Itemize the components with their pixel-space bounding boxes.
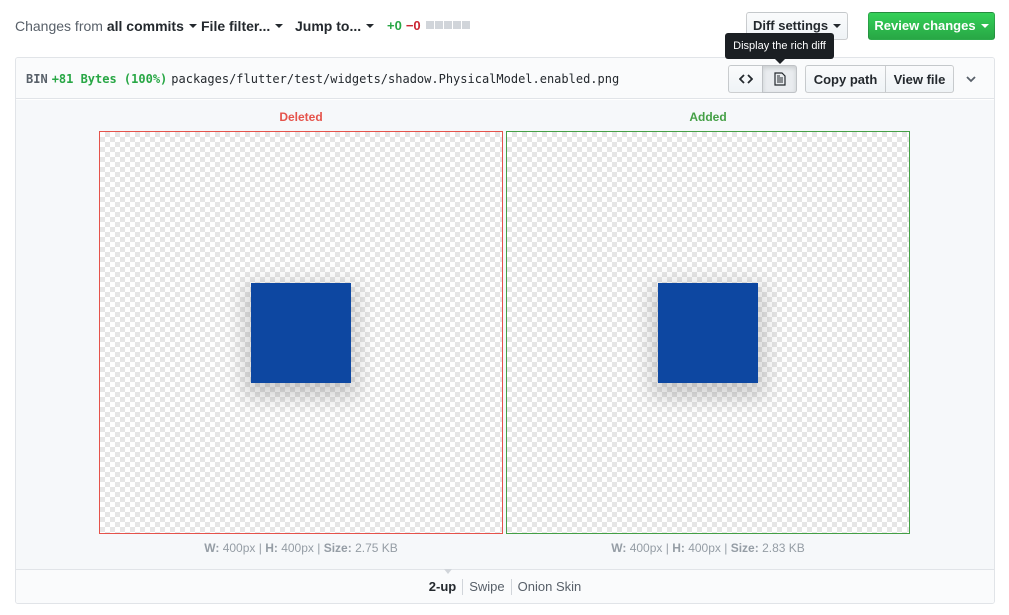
active-mode-indicator — [444, 569, 452, 574]
file-filter-label: File filter... — [201, 18, 271, 34]
size-label: Size: — [323, 541, 352, 555]
additions-count: +0 — [387, 18, 402, 33]
tab-swipe[interactable]: Swipe — [462, 579, 510, 595]
diff-stat: +0 −0 — [387, 17, 421, 35]
rich-diff-tooltip: Display the rich diff — [725, 33, 834, 64]
width-value: 400px — [222, 541, 256, 555]
width-value: 400px — [629, 541, 663, 555]
file-info: BIN +81 Bytes (100%) packages/flutter/test… — [26, 71, 619, 87]
view-mode-tabs: 2-up Swipe Onion Skin — [16, 579, 994, 595]
height-label: H: — [265, 541, 278, 555]
caret-down-icon — [980, 23, 989, 28]
display-source-button[interactable] — [728, 65, 763, 93]
diffstat-block — [426, 21, 434, 29]
deletions-count: −0 — [405, 18, 421, 33]
tab-onion-skin[interactable]: Onion Skin — [510, 579, 588, 595]
view-file-button[interactable]: View file — [885, 65, 954, 93]
review-changes-label: Review changes — [874, 18, 976, 33]
deleted-image-frame — [99, 131, 503, 534]
diffstat-block — [444, 21, 452, 29]
added-image-blue-square — [658, 283, 758, 383]
image-diff-view: Deleted Added W: 400px | H: 400px | Size… — [16, 100, 994, 569]
diffstat-block — [435, 21, 443, 29]
diffstat-block — [462, 21, 470, 29]
pr-files-toolbar: Changes from all commits File filter... … — [0, 0, 1009, 52]
view-mode-bar: 2-up Swipe Onion Skin — [16, 569, 994, 603]
deleted-label: Deleted — [279, 110, 323, 124]
tab-2-up[interactable]: 2-up — [423, 579, 462, 595]
height-label: H: — [672, 541, 685, 555]
caret-down-icon — [833, 23, 842, 28]
added-label: Added — [689, 110, 727, 124]
chevron-down-icon[interactable] — [963, 71, 979, 87]
changes-from-value: all commits — [106, 18, 184, 34]
size-value: 2.83 KB — [762, 541, 805, 555]
changes-from-dropdown[interactable]: Changes from all commits — [15, 17, 197, 35]
file-text-icon — [773, 72, 786, 86]
width-label: W: — [611, 541, 627, 555]
height-value: 400px — [688, 541, 721, 555]
code-icon — [738, 74, 753, 84]
caret-down-icon — [366, 24, 375, 29]
jump-to-label: Jump to... — [295, 18, 362, 34]
diffstat-blocks — [426, 21, 470, 29]
file-filter-dropdown[interactable]: File filter... — [201, 17, 284, 35]
file-diff: BIN +81 Bytes (100%) packages/flutter/test… — [15, 57, 995, 604]
display-rich-diff-button[interactable] — [762, 65, 797, 93]
caret-down-icon — [275, 24, 284, 29]
caret-down-icon — [188, 24, 197, 29]
size-value: 2.75 KB — [355, 541, 398, 555]
file-path[interactable]: packages/flutter/test/widgets/shadow.Phy… — [171, 72, 619, 86]
diffstat-block — [453, 21, 461, 29]
width-label: W: — [204, 541, 220, 555]
height-value: 400px — [281, 541, 314, 555]
copy-path-button[interactable]: Copy path — [805, 65, 886, 93]
added-image-frame — [506, 131, 910, 534]
jump-to-dropdown[interactable]: Jump to... — [295, 17, 375, 35]
added-image-meta: W: 400px | H: 400px | Size: 2.83 KB — [611, 541, 805, 555]
deleted-image-meta: W: 400px | H: 400px | Size: 2.75 KB — [204, 541, 398, 555]
diff-settings-label: Diff settings — [752, 18, 829, 33]
file-type: BIN — [26, 72, 48, 86]
size-label: Size: — [730, 541, 759, 555]
deleted-image-blue-square — [251, 283, 351, 383]
changes-from-prefix: Changes from — [15, 18, 103, 34]
file-header: BIN +81 Bytes (100%) packages/flutter/test… — [16, 58, 994, 99]
file-size-change: +81 Bytes (100%) — [51, 72, 168, 86]
review-changes-button[interactable]: Review changes — [868, 12, 995, 40]
